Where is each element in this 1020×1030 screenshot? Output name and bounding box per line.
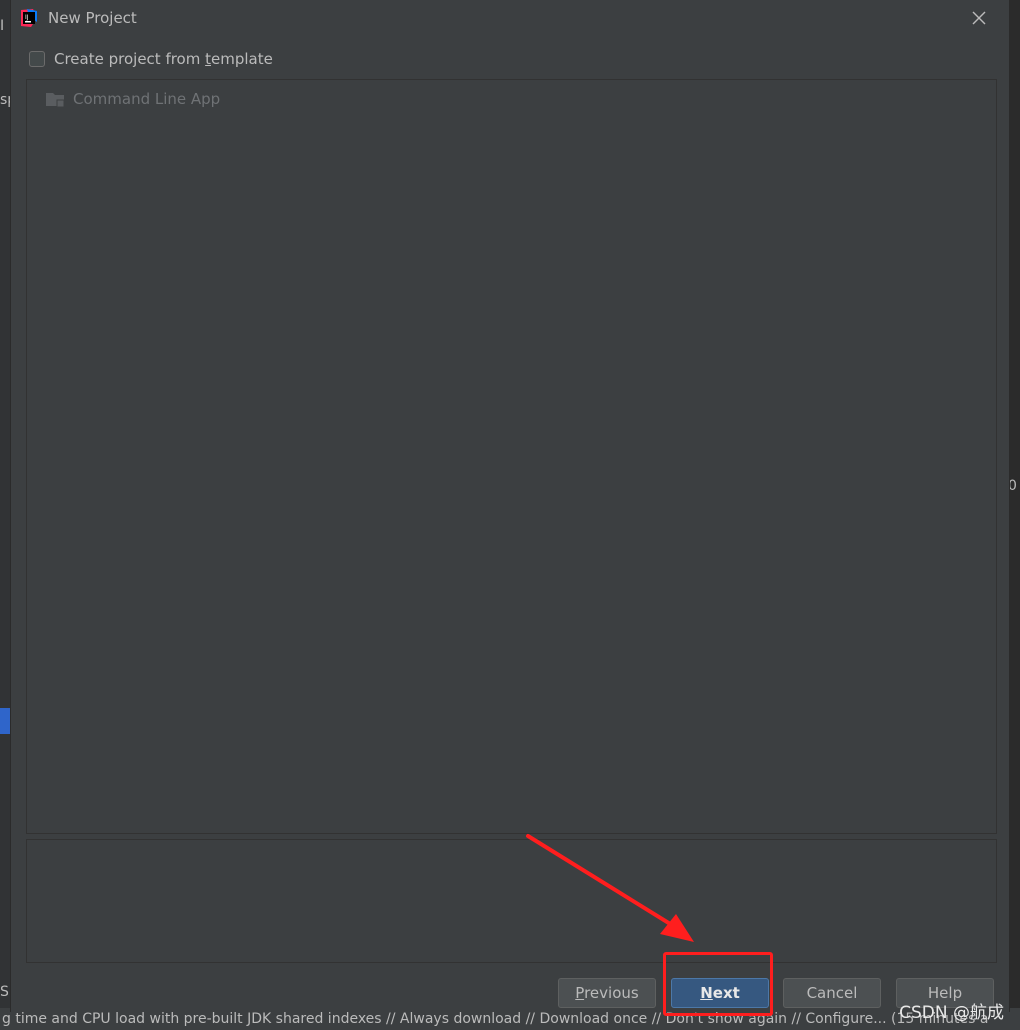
previous-button[interactable]: Previous: [558, 978, 656, 1008]
create-from-template-row[interactable]: Create project from template: [29, 48, 273, 70]
button-mnemonic: P: [575, 984, 585, 1002]
label-text: emplate: [211, 50, 273, 68]
list-item-command-line-app[interactable]: Command Line App: [45, 88, 220, 110]
screen: I sp S 0 g time and CPU load with pre-bu…: [0, 0, 1020, 1030]
intellij-app-icon: IJ: [21, 9, 37, 27]
button-label: revious: [584, 984, 639, 1002]
cancel-button[interactable]: Cancel: [783, 978, 881, 1008]
template-list[interactable]: Command Line App: [26, 79, 997, 834]
new-project-dialog: IJ New Project Create project from templ…: [10, 0, 1010, 1012]
background-selection-strip: [0, 708, 10, 734]
close-button[interactable]: [967, 6, 991, 30]
annotation-highlight-box: [663, 952, 773, 1016]
watermark: CSDN @航成: [899, 1003, 1004, 1023]
folder-icon: [46, 93, 65, 108]
create-from-template-label[interactable]: Create project from template: [54, 50, 273, 68]
svg-text:IJ: IJ: [25, 14, 29, 21]
dialog-title: New Project: [48, 9, 137, 27]
create-from-template-checkbox[interactable]: [29, 51, 45, 67]
template-description-panel: [26, 839, 997, 963]
list-item-label: Command Line App: [73, 90, 221, 108]
dialog-titlebar[interactable]: IJ New Project: [11, 0, 1009, 38]
label-text: Create project from: [54, 50, 206, 68]
close-icon: [972, 11, 986, 25]
